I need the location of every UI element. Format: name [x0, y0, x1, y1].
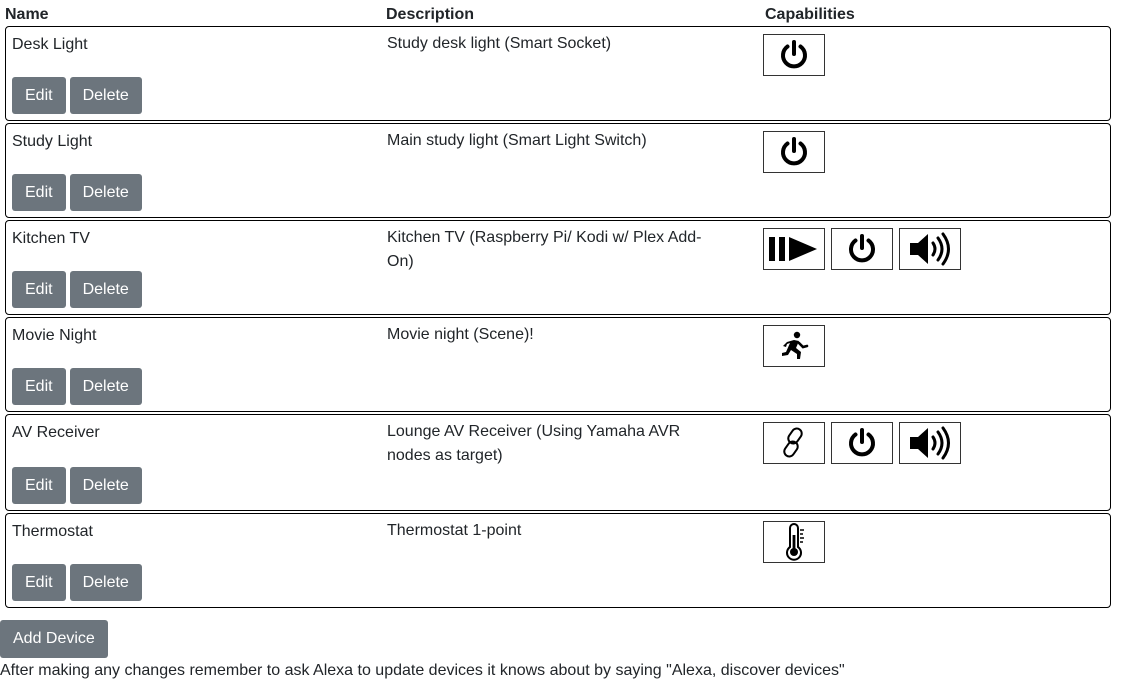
edit-button[interactable]: Edit: [12, 271, 66, 308]
volume-capability-button[interactable]: [899, 422, 961, 464]
header-capabilities: Capabilities: [765, 6, 855, 23]
device-description: Study desk light (Smart Socket): [387, 35, 612, 52]
device-name: Thermostat: [12, 523, 93, 540]
power-capability-button[interactable]: [763, 131, 825, 173]
delete-button[interactable]: Delete: [69, 564, 142, 601]
capability-list: [763, 422, 961, 464]
device-description: Kitchen TV (Raspberry Pi/ Kodi w/ Plex A…: [387, 229, 702, 270]
edit-button[interactable]: Edit: [12, 467, 66, 504]
power-icon: [849, 234, 875, 263]
table-header: Name Description Capabilities: [5, 0, 1123, 26]
delete-button[interactable]: Delete: [69, 467, 142, 504]
header-name: Name: [5, 6, 49, 23]
power-capability-button[interactable]: [763, 34, 825, 76]
device-list-page: Name Description Capabilities Desk Light…: [0, 0, 1123, 679]
delete-button[interactable]: Delete: [69, 271, 142, 308]
scene-capability-button[interactable]: [763, 325, 825, 367]
edit-button[interactable]: Edit: [12, 174, 66, 211]
capability-list: [763, 131, 825, 173]
device-description: Thermostat 1-point: [387, 522, 522, 539]
volume-capability-button[interactable]: [899, 228, 961, 270]
device-name: AV Receiver: [12, 424, 100, 441]
capability-list: [763, 325, 825, 367]
discover-devices-note: After making any changes remember to ask…: [0, 662, 845, 679]
power-capability-button[interactable]: [831, 228, 893, 270]
power-capability-button[interactable]: [831, 422, 893, 464]
device-name: Movie Night: [12, 327, 97, 344]
volume-icon: [910, 426, 950, 460]
power-icon: [781, 40, 807, 69]
device-row: Kitchen TV Kitchen TV (Raspberry Pi/ Kod…: [5, 220, 1111, 315]
device-name: Desk Light: [12, 36, 88, 53]
device-row: Study Light Main study light (Smart Ligh…: [5, 123, 1111, 218]
delete-button[interactable]: Delete: [69, 77, 142, 114]
device-row: AV Receiver Lounge AV Receiver (Using Ya…: [5, 414, 1111, 511]
input-link-icon: [783, 427, 803, 458]
device-row: Thermostat Thermostat 1-point Edit Delet…: [5, 513, 1111, 608]
temperature-capability-button[interactable]: [763, 521, 825, 563]
delete-button[interactable]: Delete: [69, 174, 142, 211]
device-name: Study Light: [12, 133, 93, 150]
input-capability-button[interactable]: [763, 422, 825, 464]
device-name: Kitchen TV: [12, 230, 90, 247]
power-icon: [849, 428, 875, 457]
capability-list: [763, 228, 961, 270]
volume-icon: [910, 232, 950, 266]
device-description: Movie night (Scene)!: [387, 326, 534, 343]
playback-capability-button[interactable]: [763, 228, 825, 270]
header-description: Description: [386, 6, 475, 23]
device-row: Movie Night Movie night (Scene)! Edit De…: [5, 317, 1111, 412]
edit-button[interactable]: Edit: [12, 368, 66, 405]
add-device-button[interactable]: Add Device: [0, 620, 108, 658]
edit-button[interactable]: Edit: [12, 564, 66, 601]
edit-button[interactable]: Edit: [12, 77, 66, 114]
device-description: Lounge AV Receiver (Using Yamaha AVR nod…: [387, 423, 681, 464]
delete-button[interactable]: Delete: [69, 368, 142, 405]
device-description: Main study light (Smart Light Switch): [387, 132, 647, 149]
device-row: Desk Light Study desk light (Smart Socke…: [5, 26, 1111, 121]
capability-list: [763, 521, 825, 563]
thermometer-icon: [786, 523, 804, 561]
power-icon: [781, 137, 807, 166]
running-person-icon: [782, 331, 809, 359]
play-pause-icon: [769, 237, 817, 261]
capability-list: [763, 34, 825, 76]
